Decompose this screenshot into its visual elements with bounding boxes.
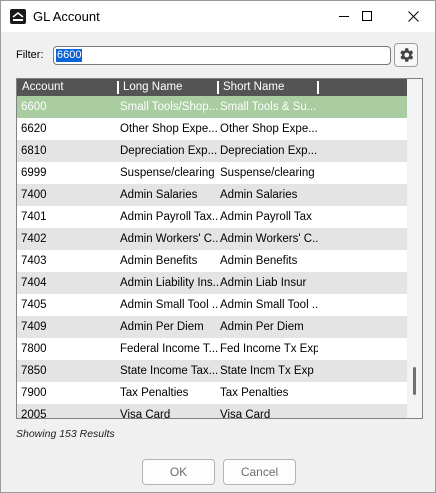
table-row[interactable]: 7402 Admin Workers' C... Admin Workers' … (17, 228, 407, 250)
filter-label: Filter: (16, 49, 44, 61)
maximize-button[interactable] (344, 1, 390, 32)
vertical-scrollbar[interactable] (407, 79, 422, 418)
cell-account: 7402 (21, 233, 47, 245)
cell-account: 7405 (21, 299, 47, 311)
cell-long-name: Tax Penalties (120, 387, 189, 399)
gl-account-dialog: GL Account Filter: 6600 Account Long Nam… (0, 0, 436, 493)
cell-short-name: Admin Liab Insur (220, 277, 307, 289)
filter-input-value: 6600 (56, 49, 83, 62)
settings-button[interactable] (394, 43, 418, 67)
table-row[interactable]: 7800 Federal Income T... Fed Income Tx E… (17, 338, 407, 360)
cell-short-name: Fed Income Tx Exp (220, 343, 318, 355)
cell-account: 7800 (21, 343, 47, 355)
table-row[interactable]: 7409 Admin Per Diem Admin Per Diem (17, 316, 407, 338)
grid-header: Account Long Name Short Name (17, 79, 407, 96)
cell-short-name: Other Shop Expe... (220, 123, 318, 135)
cell-long-name: Suspense/clearing (120, 167, 215, 179)
cell-short-name: Admin Benefits (220, 255, 298, 267)
cell-short-name: Admin Salaries (220, 189, 298, 201)
cell-short-name: Suspense/clearing (220, 167, 315, 179)
cell-long-name: Admin Payroll Tax... (120, 211, 219, 223)
close-button[interactable] (390, 1, 436, 32)
cell-account: 7400 (21, 189, 47, 201)
table-row[interactable]: 7401 Admin Payroll Tax... Admin Payroll … (17, 206, 407, 228)
cell-account: 7409 (21, 321, 47, 333)
filter-input[interactable]: 6600 (53, 46, 391, 65)
table-row[interactable]: 7400 Admin Salaries Admin Salaries (17, 184, 407, 206)
table-row[interactable]: 6600 Small Tools/Shop... Small Tools & S… (17, 96, 407, 118)
cell-account: 6620 (21, 123, 47, 135)
cell-account: 6810 (21, 145, 47, 157)
window-title: GL Account (33, 9, 100, 24)
cell-account: 7401 (21, 211, 47, 223)
cell-long-name: Other Shop Expe... (120, 123, 218, 135)
cell-account: 7850 (21, 365, 47, 377)
cell-long-name: Visa Card (120, 409, 171, 419)
cell-short-name: Small Tools & Su... (220, 101, 317, 113)
cell-account: 6600 (21, 101, 47, 113)
title-bar[interactable]: GL Account (1, 1, 435, 32)
cell-long-name: State Income Tax... (120, 365, 219, 377)
scrollbar-thumb[interactable] (413, 367, 416, 395)
table-row[interactable]: 7403 Admin Benefits Admin Benefits (17, 250, 407, 272)
table-row[interactable]: 7850 State Income Tax... State Incm Tx E… (17, 360, 407, 382)
cell-account: 7403 (21, 255, 47, 267)
column-divider[interactable] (317, 81, 319, 94)
cell-short-name: Admin Small Tool ... (220, 299, 318, 311)
cell-short-name: Depreciation Exp... (220, 145, 318, 157)
cell-account: 6999 (21, 167, 47, 179)
cell-long-name: Admin Workers' C... (120, 233, 219, 245)
cell-long-name: Small Tools/Shop... (120, 101, 219, 113)
cell-long-name: Admin Salaries (120, 189, 198, 201)
grw-app-icon (10, 9, 26, 24)
table-row[interactable]: 6999 Suspense/clearing Suspense/clearing (17, 162, 407, 184)
cell-short-name: Visa Card (220, 409, 271, 419)
close-icon (407, 11, 419, 22)
cell-account: 7404 (21, 277, 47, 289)
cell-long-name: Federal Income T... (120, 343, 219, 355)
column-header-account[interactable]: Account (17, 79, 117, 96)
table-row[interactable]: 6810 Depreciation Exp... Depreciation Ex… (17, 140, 407, 162)
cell-account: 7900 (21, 387, 47, 399)
maximize-icon (361, 11, 372, 21)
cancel-button[interactable]: Cancel (223, 459, 296, 485)
cell-account: 2005 (21, 409, 47, 419)
table-row[interactable]: 7900 Tax Penalties Tax Penalties (17, 382, 407, 404)
gear-icon (400, 48, 414, 62)
cell-long-name: Depreciation Exp... (120, 145, 218, 157)
cell-long-name: Admin Liability Ins... (120, 277, 219, 289)
cell-long-name: Admin Per Diem (120, 321, 204, 333)
cell-long-name: Admin Small Tool ... (120, 299, 219, 311)
column-header-short-name[interactable]: Short Name (218, 79, 317, 96)
table-row[interactable]: 2005 Visa Card Visa Card (17, 404, 407, 419)
table-row[interactable]: 7404 Admin Liability Ins... Admin Liab I… (17, 272, 407, 294)
cell-short-name: State Incm Tx Exp (220, 365, 314, 377)
cell-short-name: Admin Workers' C... (220, 233, 318, 245)
account-grid[interactable]: Account Long Name Short Name 6600 Small … (16, 78, 423, 419)
table-row[interactable]: 7405 Admin Small Tool ... Admin Small To… (17, 294, 407, 316)
column-header-long-name[interactable]: Long Name (118, 79, 217, 96)
cell-short-name: Tax Penalties (220, 387, 289, 399)
cell-short-name: Admin Per Diem (220, 321, 304, 333)
grid-rows: 6600 Small Tools/Shop... Small Tools & S… (17, 96, 407, 419)
results-count: Showing 153 Results (16, 428, 115, 440)
ok-button[interactable]: OK (142, 459, 215, 485)
table-row[interactable]: 6620 Other Shop Expe... Other Shop Expe.… (17, 118, 407, 140)
cell-long-name: Admin Benefits (120, 255, 198, 267)
cell-short-name: Admin Payroll Tax (220, 211, 312, 223)
